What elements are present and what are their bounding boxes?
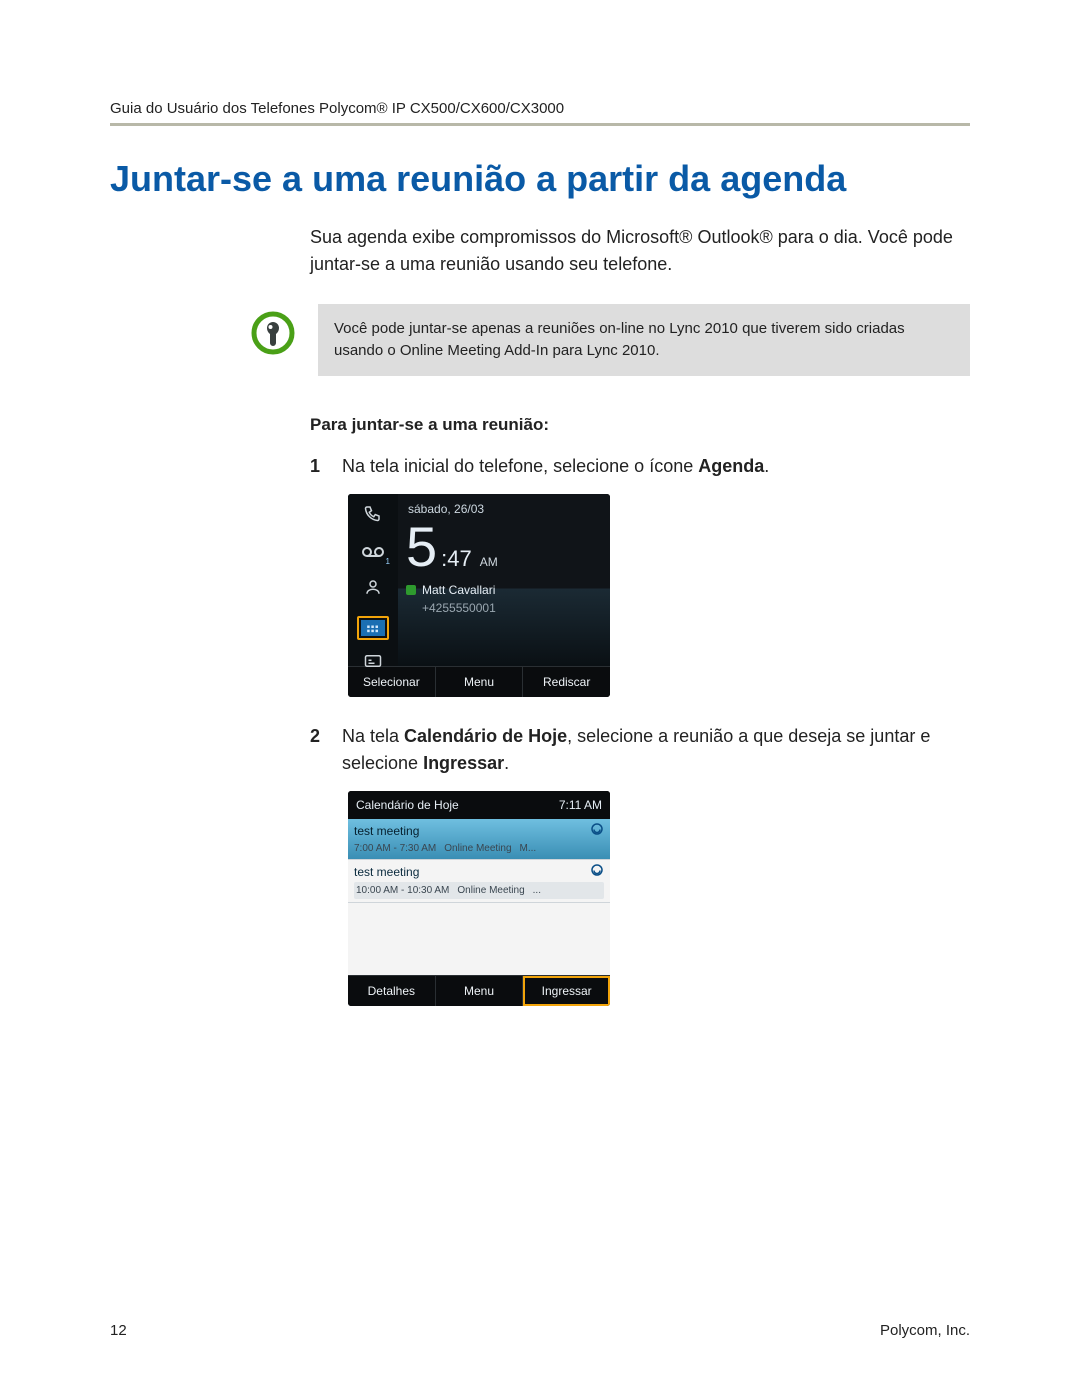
home-time-hour: 5 xyxy=(406,520,435,573)
page-number: 12 xyxy=(110,1322,127,1339)
home-user-name: Matt Cavallari xyxy=(422,581,495,599)
step-number: 2 xyxy=(310,723,328,777)
step-1-suffix: . xyxy=(764,456,769,476)
step-2-bold1: Calendário de Hoje xyxy=(404,726,567,746)
steps-heading: Para juntar-se a uma reunião: xyxy=(310,412,970,438)
step-2-bold2: Ingressar xyxy=(423,753,504,773)
sidebar-voicemail-icon: 1 xyxy=(362,542,384,566)
meeting-time: 10:00 AM - 10:30 AM xyxy=(356,883,449,898)
home-time-ampm: AM xyxy=(480,553,498,571)
step-number: 1 xyxy=(310,453,328,480)
softkey-menu: Menu xyxy=(436,667,524,697)
page-title: Juntar-se a uma reunião a partir da agen… xyxy=(110,158,970,200)
softkey-selecionar: Selecionar xyxy=(348,667,436,697)
softkey-menu: Menu xyxy=(436,976,524,1006)
meeting-time: 7:00 AM - 7:30 AM xyxy=(354,841,436,856)
home-date: sábado, 26/03 xyxy=(408,500,610,518)
meeting-loc: M... xyxy=(520,841,537,856)
step-2-suffix: . xyxy=(504,753,509,773)
meeting-name: test meeting xyxy=(354,863,419,881)
sidebar-calendar-icon-selected xyxy=(357,616,389,640)
voicemail-badge: 1 xyxy=(386,556,390,568)
meeting-loc: ... xyxy=(533,883,541,898)
online-meeting-icon xyxy=(590,822,604,836)
phone-home-screenshot: 1 xyxy=(348,494,610,697)
calendar-item-selected: test meeting 7:00 AM - 7:30 AM Online Me… xyxy=(348,819,610,860)
sidebar-contacts-icon xyxy=(364,578,382,604)
online-meeting-icon xyxy=(590,863,604,877)
step-1-bold: Agenda xyxy=(698,456,764,476)
softkey-ingressar: Ingressar xyxy=(523,976,610,1006)
footer-company: Polycom, Inc. xyxy=(880,1322,970,1339)
sidebar-settings-icon xyxy=(364,652,382,676)
step-1-text: Na tela inicial do telefone, selecione o… xyxy=(342,456,698,476)
calendar-title: Calendário de Hoje xyxy=(356,796,459,814)
calendar-item: test meeting 10:00 AM - 10:30 AM Online … xyxy=(348,860,610,903)
meeting-type: Online Meeting xyxy=(444,841,511,856)
step-1: 1 Na tela inicial do telefone, selecione… xyxy=(310,453,970,480)
softkey-rediscar: Rediscar xyxy=(523,667,610,697)
step-2-prefix: Na tela xyxy=(342,726,404,746)
meeting-type: Online Meeting xyxy=(457,883,524,898)
step-2: 2 Na tela Calendário de Hoje, selecione … xyxy=(310,723,970,777)
presence-indicator-icon xyxy=(406,585,416,595)
breadcrumb: Guia do Usuário dos Telefones Polycom® I… xyxy=(110,100,970,126)
home-time-min: :47 xyxy=(441,542,472,575)
note-box: Você pode juntar-se apenas a reuniões on… xyxy=(318,304,970,376)
softkey-detalhes: Detalhes xyxy=(348,976,436,1006)
sidebar-phone-icon xyxy=(364,504,382,530)
home-user-number: +4255550001 xyxy=(422,599,610,617)
note-icon xyxy=(250,310,296,361)
phone-calendar-screenshot: Calendário de Hoje 7:11 AM test meeting … xyxy=(348,791,610,1006)
meeting-name: test meeting xyxy=(354,822,419,840)
calendar-clock: 7:11 AM xyxy=(559,796,602,814)
intro-paragraph: Sua agenda exibe compromissos do Microso… xyxy=(310,224,970,278)
